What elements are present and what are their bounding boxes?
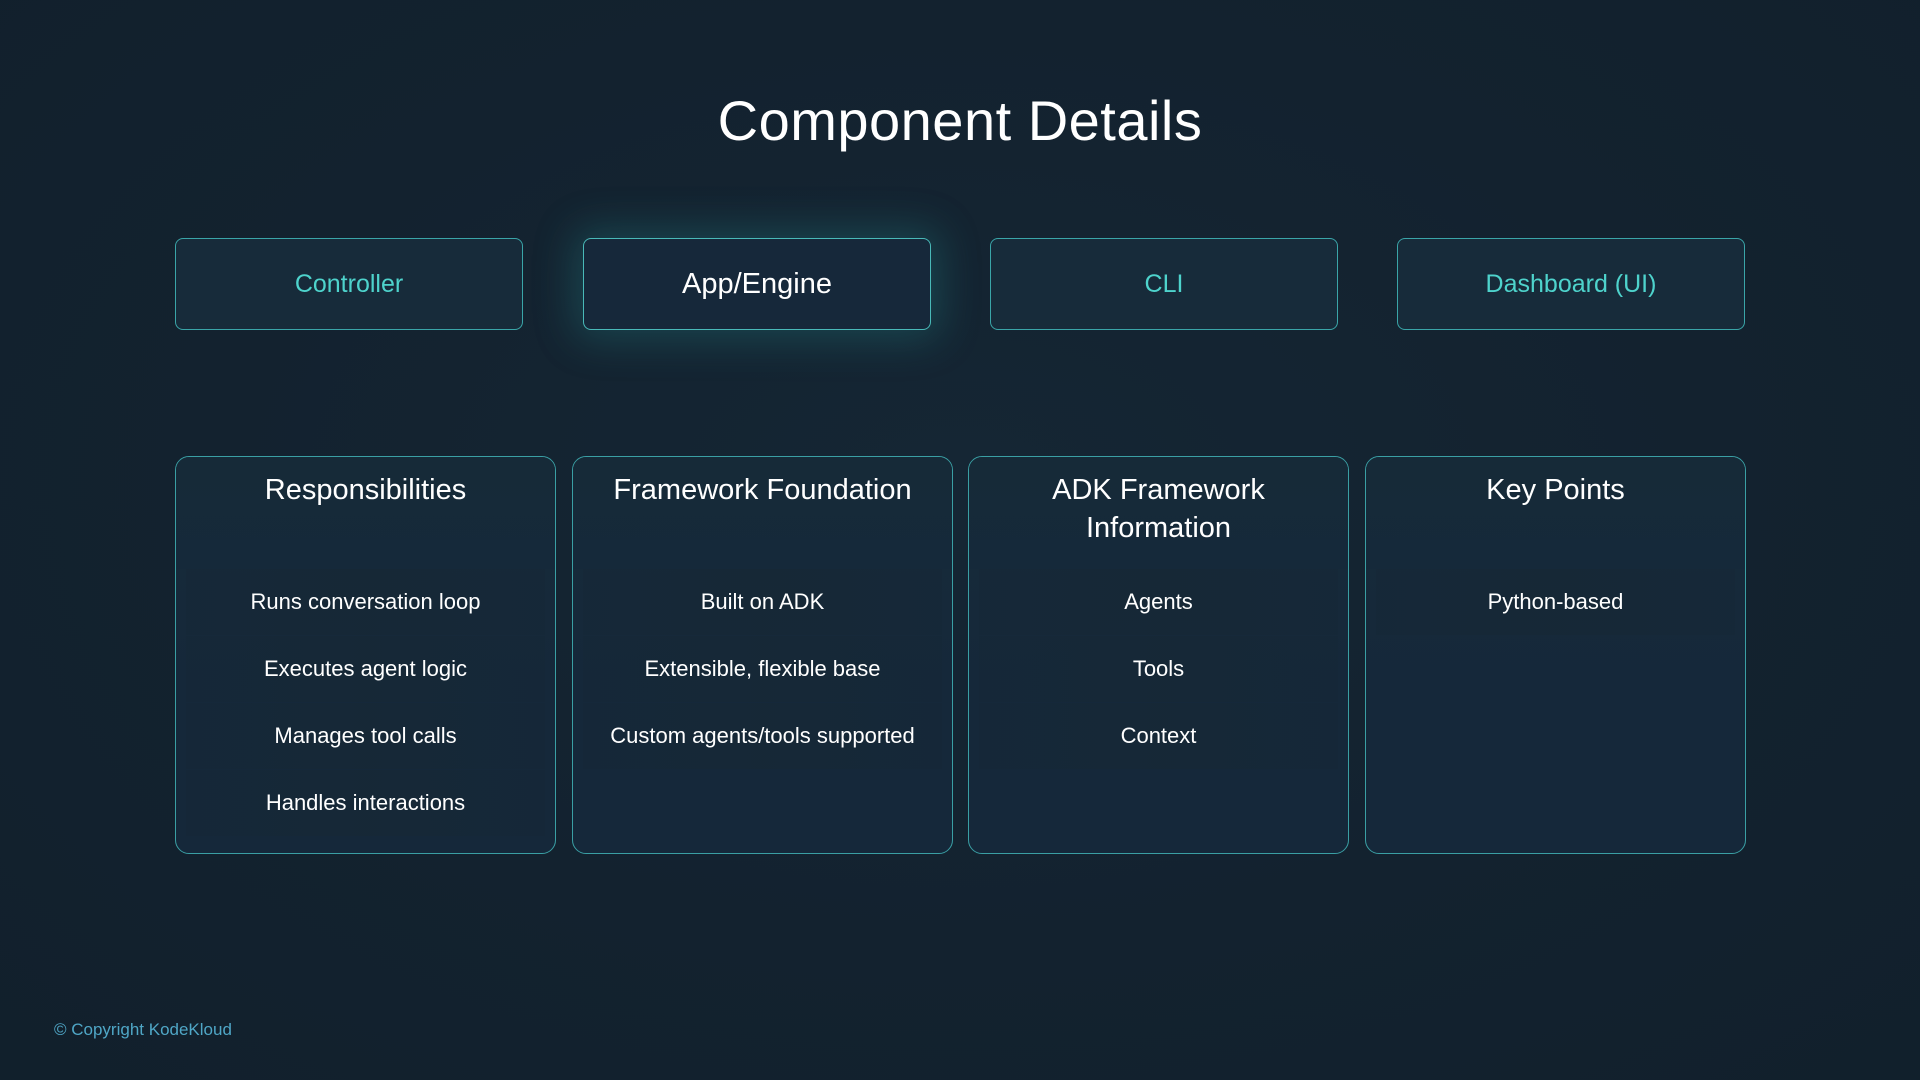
- component-tabs: Controller App/Engine CLI Dashboard (UI): [175, 238, 1745, 332]
- card-key-points: Key Points Python-based: [1365, 456, 1746, 854]
- card-list: Built on ADK Extensible, flexible base C…: [573, 569, 952, 769]
- list-item: Runs conversation loop: [186, 569, 545, 635]
- tab-dashboard-ui[interactable]: Dashboard (UI): [1397, 238, 1745, 330]
- card-heading: ADK Framework Information: [969, 457, 1348, 569]
- page-title: Component Details: [717, 89, 1203, 152]
- tab-controller[interactable]: Controller: [175, 238, 523, 330]
- tab-cli[interactable]: CLI: [990, 238, 1338, 330]
- list-item: Extensible, flexible base: [583, 636, 942, 702]
- copyright-notice: © Copyright KodeKloud: [54, 1020, 232, 1039]
- card-heading: Key Points: [1366, 457, 1745, 569]
- list-item: Manages tool calls: [186, 703, 545, 769]
- card-responsibilities: Responsibilities Runs conversation loop …: [175, 456, 556, 854]
- card-heading: Responsibilities: [176, 457, 555, 569]
- list-item: Custom agents/tools supported: [583, 703, 942, 769]
- list-item: Built on ADK: [583, 569, 942, 635]
- card-list: Python-based: [1366, 569, 1745, 635]
- list-item: Context: [979, 703, 1338, 769]
- list-item: Python-based: [1376, 569, 1735, 635]
- detail-cards: Responsibilities Runs conversation loop …: [175, 456, 1747, 856]
- list-item: Tools: [979, 636, 1338, 702]
- list-item: Agents: [979, 569, 1338, 635]
- card-heading: Framework Foundation: [573, 457, 952, 569]
- card-list: Runs conversation loop Executes agent lo…: [176, 569, 555, 836]
- card-framework-foundation: Framework Foundation Built on ADK Extens…: [572, 456, 953, 854]
- card-adk-framework-information: ADK Framework Information Agents Tools C…: [968, 456, 1349, 854]
- list-item: Handles interactions: [186, 770, 545, 836]
- slide-background: Component Details Controller App/Engine …: [0, 0, 1920, 1080]
- card-list: Agents Tools Context: [969, 569, 1348, 769]
- list-item: Executes agent logic: [186, 636, 545, 702]
- tab-app-engine[interactable]: App/Engine: [583, 238, 931, 330]
